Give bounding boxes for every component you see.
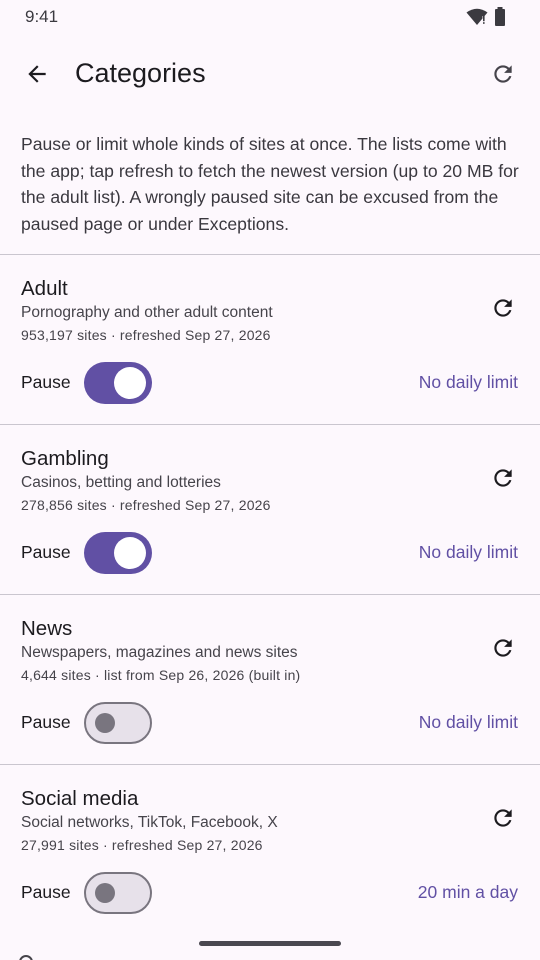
wifi-icon — [466, 8, 488, 25]
category-title: Gambling — [21, 447, 109, 470]
pause-switch[interactable] — [84, 702, 152, 744]
daily-limit-button[interactable]: 20 min a day — [418, 882, 518, 903]
category-meta: 278,856 sites · refreshed Sep 27, 2026 — [21, 497, 271, 513]
pause-label: Pause — [21, 882, 71, 902]
refresh-icon — [494, 299, 512, 317]
category-refresh-button[interactable] — [483, 798, 523, 838]
daily-limit-button[interactable]: No daily limit — [419, 542, 518, 563]
category-description: Newspapers, magazines and news sites — [21, 644, 298, 661]
category-card-social-media: Social media Social networks, TikTok, Fa… — [0, 765, 540, 934]
back-button[interactable] — [17, 54, 57, 94]
pause-switch[interactable] — [84, 532, 152, 574]
category-meta: 953,197 sites · refreshed Sep 27, 2026 — [21, 327, 271, 343]
category-title: Social media — [21, 787, 139, 810]
pause-label: Pause — [21, 712, 71, 732]
refresh-icon — [494, 65, 512, 83]
category-card-news: News Newspapers, magazines and news site… — [0, 595, 540, 764]
refresh-icon — [494, 639, 512, 657]
category-card-adult: Adult Pornography and other adult conten… — [0, 255, 540, 424]
status-bar: 9:41 — [0, 0, 540, 34]
refresh-icon — [494, 809, 512, 827]
status-icons — [466, 7, 506, 26]
category-title: News — [21, 617, 73, 640]
intro-text: Pause or limit whole kinds of sites at o… — [21, 134, 519, 234]
refresh-all-button[interactable] — [483, 54, 523, 94]
category-description: Casinos, betting and lotteries — [21, 474, 221, 491]
switch-thumb — [95, 713, 115, 733]
switch-thumb — [114, 367, 146, 399]
category-description: Pornography and other adult content — [21, 304, 273, 321]
daily-limit-button[interactable]: No daily limit — [419, 372, 518, 393]
partially-visible-icon — [19, 955, 33, 960]
battery-icon — [495, 7, 505, 26]
category-description: Social networks, TikTok, Facebook, X — [21, 814, 278, 831]
category-refresh-button[interactable] — [483, 628, 523, 668]
pause-switch[interactable] — [84, 362, 152, 404]
daily-limit-button[interactable]: No daily limit — [419, 712, 518, 733]
app-bar: Categories — [0, 34, 540, 114]
gesture-nav-handle[interactable] — [199, 941, 341, 946]
refresh-icon — [494, 469, 512, 487]
switch-thumb — [114, 537, 146, 569]
page-title: Categories — [75, 58, 206, 88]
screen: 9:41 Categories Pause or limit whole kin… — [0, 0, 540, 960]
category-card-gambling: Gambling Casinos, betting and lotteries … — [0, 425, 540, 594]
category-refresh-button[interactable] — [483, 288, 523, 328]
status-time: 9:41 — [25, 7, 59, 26]
pause-switch[interactable] — [84, 872, 152, 914]
arrow-back-icon — [28, 65, 46, 83]
pause-label: Pause — [21, 372, 71, 392]
category-title: Adult — [21, 277, 68, 300]
switch-thumb — [95, 883, 115, 903]
pause-label: Pause — [21, 542, 71, 562]
category-meta: 4,644 sites · list from Sep 26, 2026 (bu… — [21, 667, 301, 683]
category-refresh-button[interactable] — [483, 458, 523, 498]
category-meta: 27,991 sites · refreshed Sep 27, 2026 — [21, 837, 263, 853]
